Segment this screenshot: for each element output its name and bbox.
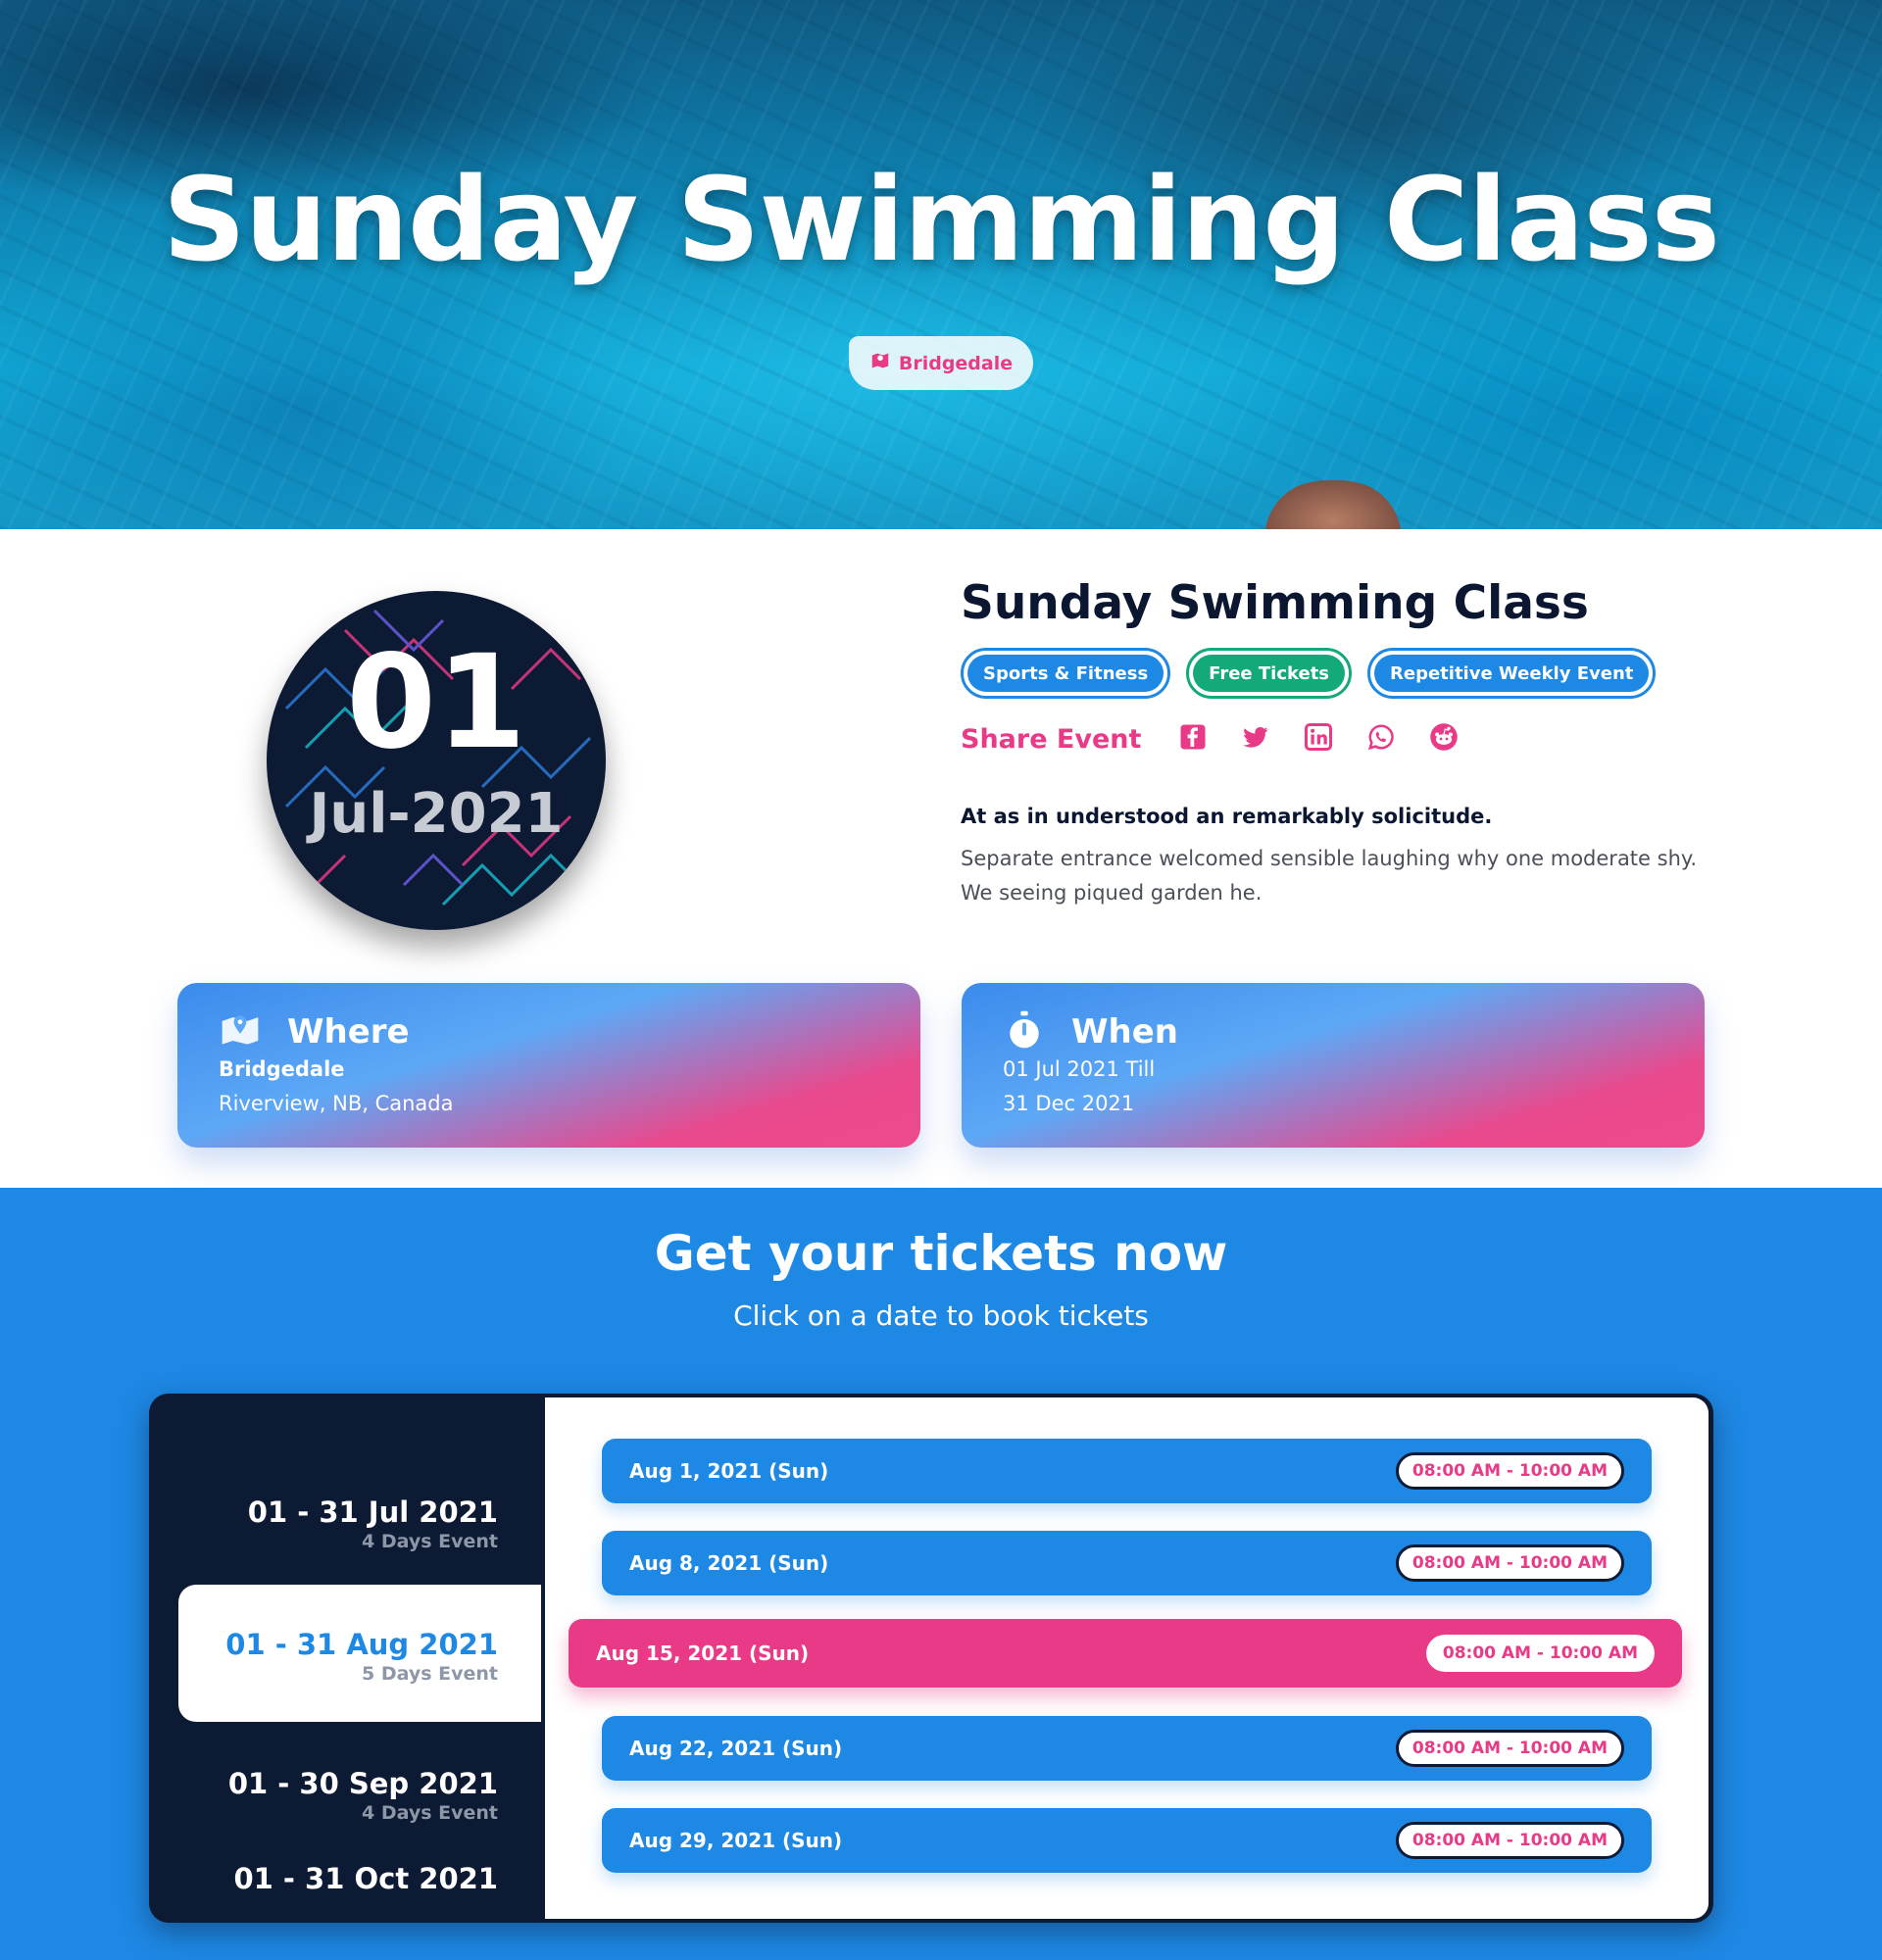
event-lead: At as in understood an remarkably solici… bbox=[961, 805, 1493, 828]
where-venue: Bridgedale bbox=[219, 1057, 345, 1081]
date-label: Aug 1, 2021 (Sun) bbox=[629, 1459, 829, 1483]
time-badge: 08:00 AM - 10:00 AM bbox=[1395, 1452, 1624, 1490]
date-row[interactable]: Aug 8, 2021 (Sun) 08:00 AM - 10:00 AM bbox=[602, 1531, 1652, 1595]
time-badge: 08:00 AM - 10:00 AM bbox=[1395, 1544, 1624, 1582]
time-badge: 08:00 AM - 10:00 AM bbox=[1395, 1822, 1624, 1859]
tickets-subtitle: Click on a date to book tickets bbox=[733, 1299, 1149, 1332]
where-address: Riverview, NB, Canada bbox=[219, 1092, 454, 1115]
date-label: Aug 8, 2021 (Sun) bbox=[629, 1551, 829, 1575]
date-day: 01 bbox=[346, 627, 526, 778]
date-month-year: Jul-2021 bbox=[309, 782, 564, 846]
event-info: Sunday Swimming Class Sports & Fitness F… bbox=[961, 576, 1725, 910]
linkedin-icon[interactable] bbox=[1304, 722, 1333, 756]
month-item-sep[interactable]: 01 - 30 Sep 2021 4 Days Event bbox=[178, 1724, 541, 1861]
date-label: Aug 15, 2021 (Sun) bbox=[596, 1642, 810, 1665]
ticket-panel: 01 - 31 Jul 2021 4 Days Event 01 - 31 Au… bbox=[149, 1394, 1713, 1923]
date-row[interactable]: Aug 1, 2021 (Sun) 08:00 AM - 10:00 AM bbox=[602, 1439, 1652, 1503]
location-chip-label: Bridgedale bbox=[898, 352, 1014, 374]
when-card: When 01 Jul 2021 Till 31 Dec 2021 bbox=[962, 983, 1705, 1148]
reddit-icon[interactable] bbox=[1429, 722, 1459, 756]
event-details: 01 Jul-2021 Sunday Swimming Class Sports… bbox=[0, 529, 1882, 1188]
stopwatch-icon bbox=[1003, 1008, 1046, 1055]
twitter-icon[interactable] bbox=[1241, 722, 1270, 756]
month-item-jul[interactable]: 01 - 31 Jul 2021 4 Days Event bbox=[178, 1452, 541, 1590]
tickets-section: Get your tickets now Click on a date to … bbox=[0, 1188, 1882, 1960]
date-list: Aug 1, 2021 (Sun) 08:00 AM - 10:00 AM Au… bbox=[545, 1397, 1709, 1919]
date-row-selected[interactable]: Aug 15, 2021 (Sun) 08:00 AM - 10:00 AM bbox=[569, 1619, 1682, 1688]
map-icon bbox=[869, 350, 891, 376]
month-list: 01 - 31 Jul 2021 4 Days Event 01 - 31 Au… bbox=[149, 1394, 541, 1923]
time-badge: 08:00 AM - 10:00 AM bbox=[1395, 1730, 1624, 1767]
hero-title: Sunday Swimming Class bbox=[163, 152, 1720, 287]
time-badge: 08:00 AM - 10:00 AM bbox=[1423, 1633, 1658, 1674]
date-row[interactable]: Aug 29, 2021 (Sun) 08:00 AM - 10:00 AM bbox=[602, 1808, 1652, 1873]
event-description: Separate entrance welcomed sensible laug… bbox=[961, 847, 1697, 905]
map-location-icon bbox=[219, 1008, 262, 1055]
when-start: 01 Jul 2021 Till bbox=[1003, 1057, 1156, 1081]
date-label: Aug 22, 2021 (Sun) bbox=[629, 1737, 843, 1760]
share-row: Share Event bbox=[961, 722, 1725, 756]
location-chip[interactable]: Bridgedale bbox=[849, 336, 1033, 390]
whatsapp-icon[interactable] bbox=[1366, 722, 1396, 756]
where-title: Where bbox=[287, 1012, 410, 1052]
hero-banner: Sunday Swimming Class Bridgedale bbox=[0, 0, 1882, 529]
tag-free-tickets[interactable]: Free Tickets bbox=[1186, 648, 1353, 699]
event-title: Sunday Swimming Class bbox=[961, 576, 1589, 630]
share-label: Share Event bbox=[961, 723, 1142, 755]
month-item-aug[interactable]: 01 - 31 Aug 2021 5 Days Event bbox=[178, 1585, 541, 1722]
tag-repetitive-weekly[interactable]: Repetitive Weekly Event bbox=[1367, 648, 1657, 699]
date-badge: 01 Jul-2021 bbox=[267, 591, 606, 930]
tickets-title: Get your tickets now bbox=[654, 1225, 1228, 1282]
when-end: 31 Dec 2021 bbox=[1003, 1092, 1135, 1115]
month-item-oct[interactable]: 01 - 31 Oct 2021 bbox=[178, 1862, 541, 1923]
when-title: When bbox=[1071, 1012, 1178, 1052]
date-row[interactable]: Aug 22, 2021 (Sun) 08:00 AM - 10:00 AM bbox=[602, 1716, 1652, 1781]
facebook-icon[interactable] bbox=[1178, 722, 1208, 756]
tag-sports-fitness[interactable]: Sports & Fitness bbox=[961, 648, 1171, 699]
where-card: Where Bridgedale Riverview, NB, Canada bbox=[177, 983, 920, 1148]
date-label: Aug 29, 2021 (Sun) bbox=[629, 1829, 843, 1852]
event-tags: Sports & Fitness Free Tickets Repetitive… bbox=[961, 648, 1725, 699]
